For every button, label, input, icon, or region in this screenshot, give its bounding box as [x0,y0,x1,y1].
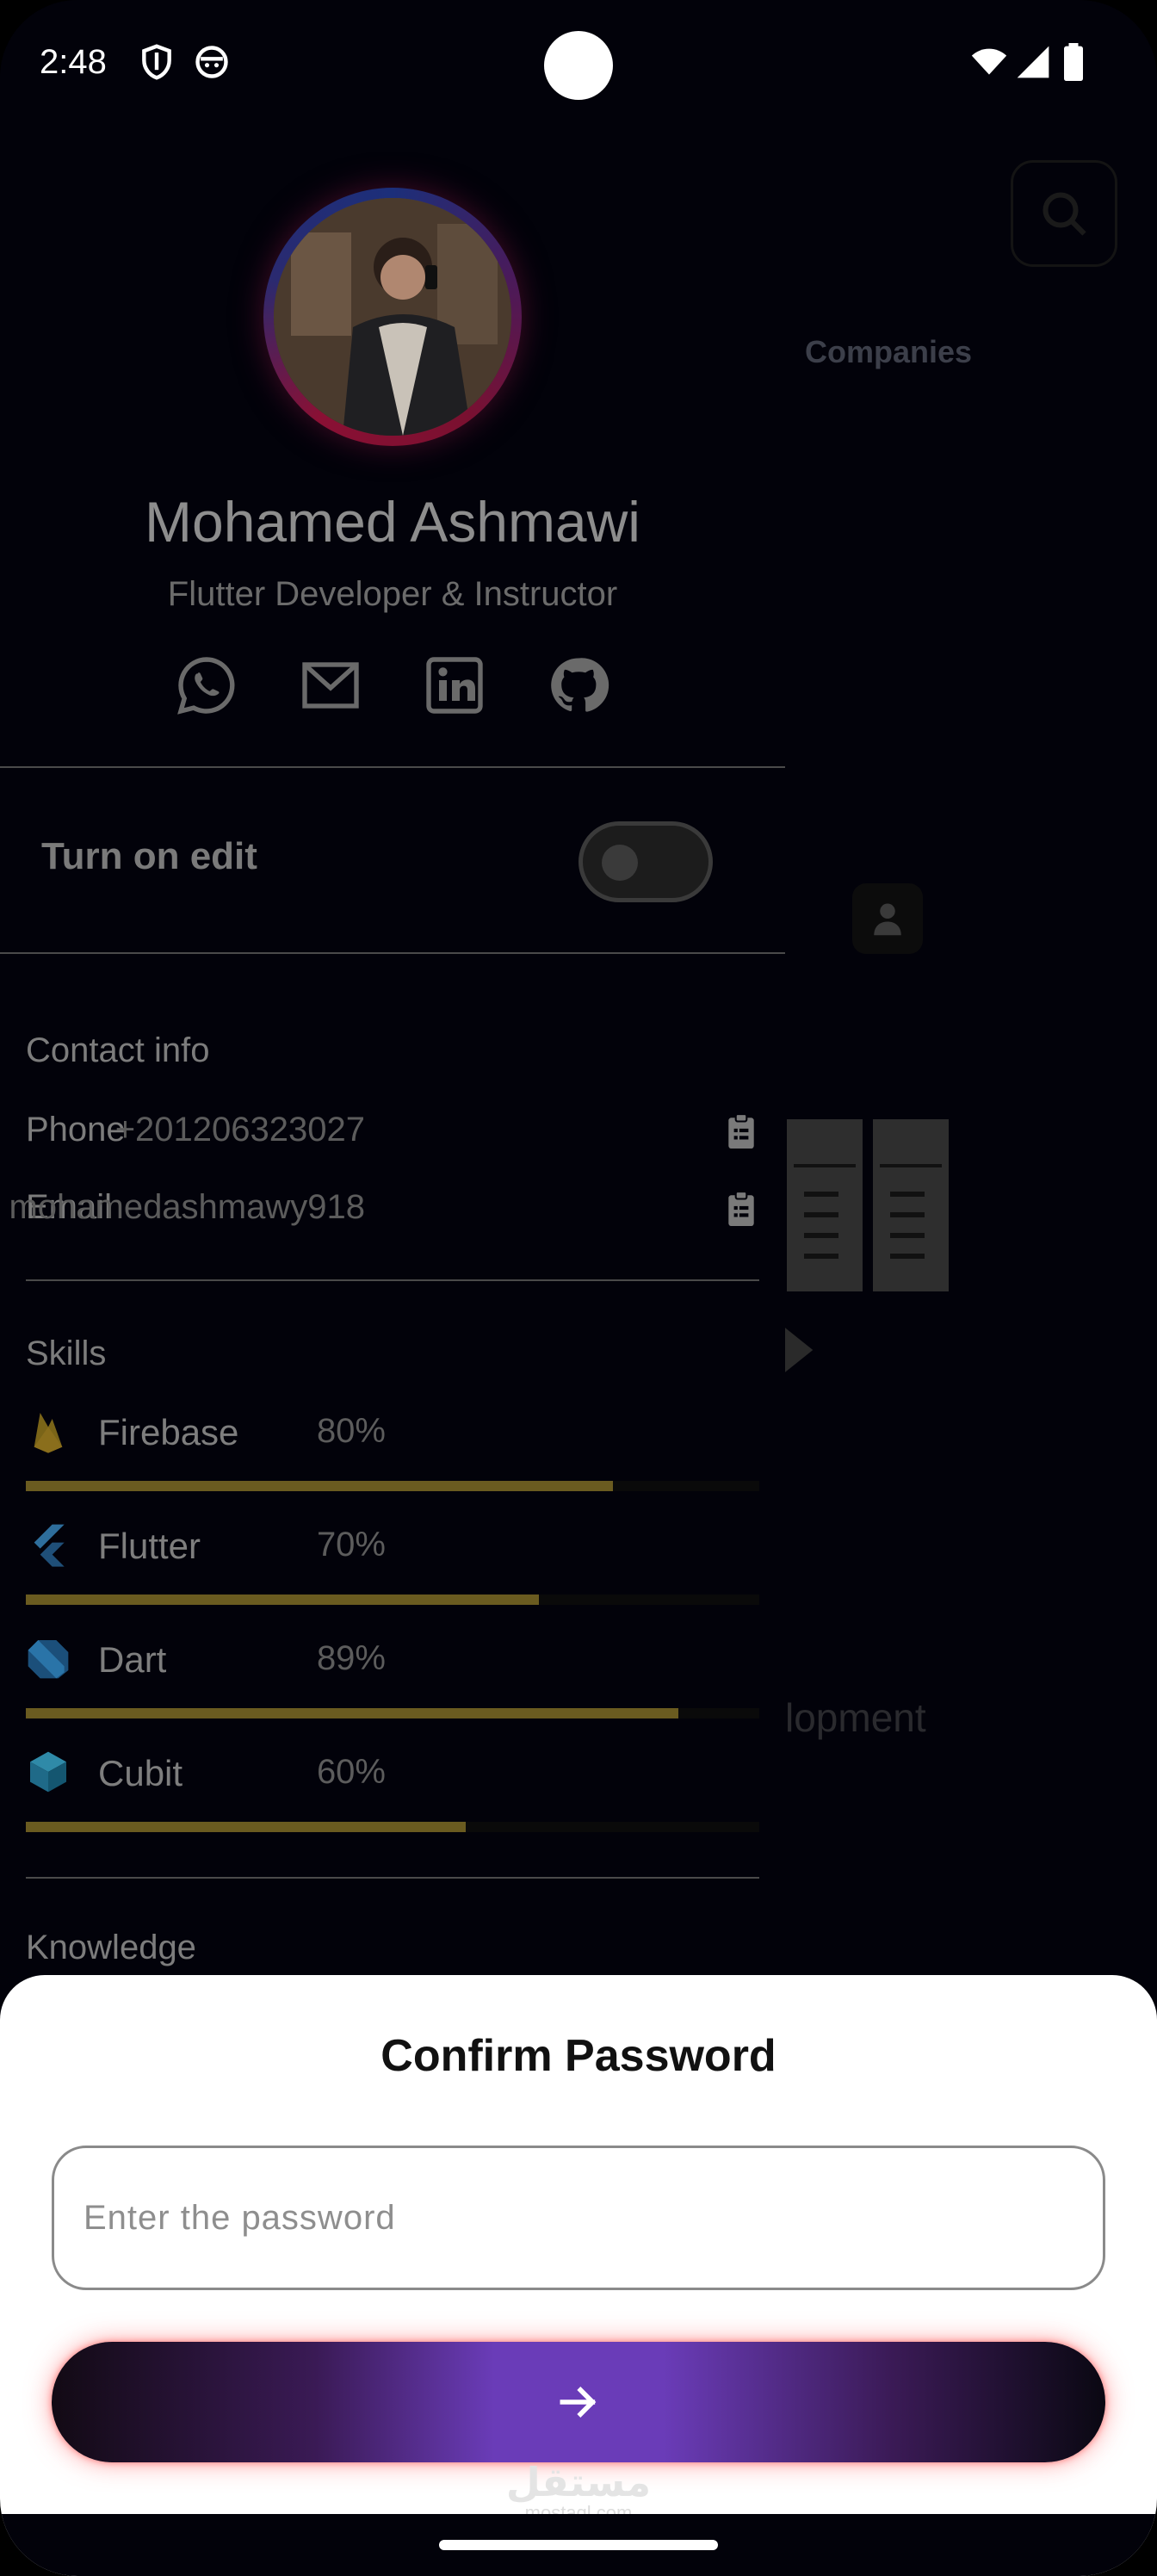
edit-toggle-label: Turn on edit [41,835,257,877]
skill-name: Dart [98,1639,167,1680]
edit-toggle-switch[interactable] [578,821,713,902]
skill-percent: 60% [316,1753,386,1791]
phone-screen: 2:48 Companies lopment Mohamed Ashmawi F… [0,0,1157,2576]
person-icon [874,903,901,936]
phone-value: +201206323027 [114,1111,365,1149]
home-indicator[interactable] [439,2540,718,2550]
face-icon [195,46,228,78]
skill-name: Flutter [98,1526,201,1566]
status-bar: 2:48 [0,0,1157,129]
skill-progress-bar [26,1595,759,1605]
background-play-icon [784,1328,814,1372]
dart-icon [28,1640,69,1679]
background-companies-label: Companies [805,334,973,369]
firebase-icon [34,1413,63,1453]
social-links [0,654,785,723]
status-time: 2:48 [40,43,107,81]
background-search-button [1011,160,1117,267]
toggle-knob [602,845,638,881]
password-input[interactable] [52,2146,1105,2290]
person-photo-icon [274,198,511,436]
skill-progress-bar [26,1822,759,1832]
avatar[interactable] [263,188,522,446]
skill-progress-bar [26,1481,759,1491]
skill-progress-fill [26,1595,540,1605]
phone-label: Phone [26,1111,126,1149]
divider [0,766,785,768]
skill-name: Firebase [98,1412,239,1452]
server-illustration-icon [787,1119,949,1291]
confirm-password-sheet: Confirm Password مستقل mostaql.com [0,1975,1157,2576]
camera-cutout [544,31,613,100]
linkedin-icon[interactable] [424,654,486,716]
background-user-badge [852,883,923,954]
signal-icon [1017,46,1049,78]
skill-progress-fill [26,1708,679,1718]
skill-percent: 80% [316,1412,386,1450]
skill-percent: 70% [316,1526,386,1564]
watermark-logo: مستقل [505,2460,652,2505]
arrow-right-icon [560,2387,597,2418]
flutter-icon [34,1524,65,1567]
skill-name: Cubit [98,1753,183,1793]
profile-name: Mohamed Ashmawi [145,490,640,554]
whatsapp-icon[interactable] [176,654,238,716]
battery-icon [1064,43,1083,81]
profile-role: Flutter Developer & Instructor [167,575,618,613]
email-value: mohamedashmawy918 [9,1188,365,1226]
github-icon[interactable] [548,654,609,716]
confirm-submit-button[interactable] [52,2342,1105,2462]
divider [26,1279,759,1281]
skill-percent: 89% [316,1639,386,1677]
shield-icon [142,44,171,80]
mail-icon[interactable] [300,654,362,716]
avatar-photo [274,198,511,436]
copy-phone-icon[interactable] [727,1112,756,1149]
divider [26,1877,759,1879]
knowledge-title: Knowledge [26,1929,196,1966]
skill-progress-fill [26,1481,613,1491]
contact-info-title: Contact info [26,1031,210,1069]
divider [0,952,785,954]
skill-progress-fill [26,1822,467,1832]
cubit-icon [30,1751,66,1793]
background-development-label: lopment [785,1695,926,1740]
search-icon [1043,192,1086,236]
skill-progress-bar [26,1708,759,1718]
wifi-icon [971,48,1007,75]
skills-title: Skills [26,1334,107,1372]
sheet-title: Confirm Password [381,2031,776,2081]
copy-email-icon[interactable] [727,1190,756,1226]
